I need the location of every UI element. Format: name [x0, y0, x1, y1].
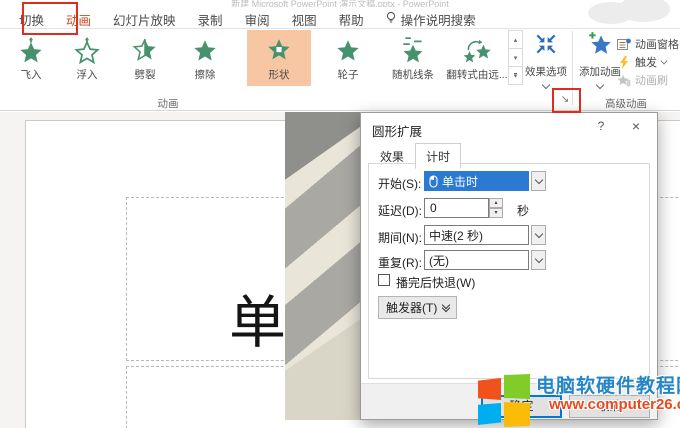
trigger-lightning-icon: [616, 56, 631, 69]
effect-options-button[interactable]: 效果选项: [522, 31, 570, 88]
delay-spin-up-button[interactable]: ▴: [489, 198, 503, 208]
fly-in-star-icon: [18, 30, 44, 64]
cancel-button[interactable]: 取消: [569, 395, 650, 418]
duration-combobox[interactable]: 中速(2 秒): [424, 225, 529, 245]
delay-spinner: ▴ ▾: [489, 198, 503, 218]
ok-button[interactable]: 确定: [481, 395, 562, 418]
wheel-star-icon: [335, 30, 361, 64]
chevron-down-icon: [596, 81, 604, 89]
repeat-dropdown-button[interactable]: [531, 250, 546, 270]
dialog-help-button[interactable]: ?: [587, 113, 615, 139]
powerpoint-window: 新建 Microsoft PowerPoint 演示文稿.pptx - Powe…: [0, 0, 680, 428]
animation-pane-button[interactable]: 动画窗格: [616, 35, 679, 53]
double-chevron-down-icon: [443, 305, 449, 311]
slide-title-text: 单: [229, 295, 286, 352]
shape-star-icon: [266, 30, 292, 64]
ribbon-divider: [0, 28, 680, 29]
ribbon-bottom-border: [0, 110, 680, 111]
animation-split[interactable]: 劈裂: [120, 30, 170, 86]
animation-wipe[interactable]: 擦除: [180, 30, 230, 86]
dialog-title: 圆形扩展: [372, 121, 422, 140]
dialog-tab-frame: [368, 163, 650, 379]
delay-spin-down-button[interactable]: ▾: [489, 208, 503, 218]
rewind-label: 播完后快退(W): [396, 274, 475, 291]
chevron-down-icon: [542, 81, 550, 89]
mouse-click-icon: [429, 175, 438, 188]
lightbulb-icon: [385, 11, 397, 28]
animation-shape[interactable]: 形状: [247, 30, 311, 86]
float-in-star-icon: [74, 30, 100, 64]
advanced-animation-group-label: 高级动画: [590, 96, 662, 111]
advanced-animation-stack: 动画窗格 触发 动画刷: [616, 35, 679, 89]
dialog-footer: 确定 取消: [361, 383, 657, 419]
animation-group-label: 动画: [128, 96, 208, 111]
animation-dialog-launcher-icon[interactable]: ↘: [558, 93, 572, 107]
repeat-label: 重复(R):: [378, 254, 422, 271]
fly-rotate-stars-icon: [462, 30, 492, 64]
dialog-close-button[interactable]: ×: [621, 113, 651, 139]
dialog-tab-timing[interactable]: 计时: [415, 143, 461, 169]
animation-painter-button[interactable]: 动画刷: [616, 71, 679, 89]
delay-unit-label: 秒: [517, 202, 529, 219]
animation-fly-rotate[interactable]: 翻转式由远...: [442, 30, 512, 86]
rewind-checkbox[interactable]: [378, 274, 390, 286]
split-star-icon: [132, 30, 158, 64]
animation-wheel[interactable]: 轮子: [320, 30, 376, 86]
gallery-scroll-column: ▴ ▾ ▾: [508, 31, 523, 85]
gallery-more-button[interactable]: ▾: [508, 66, 523, 85]
start-combobox[interactable]: 单击时: [424, 171, 529, 191]
effect-options-icon: [533, 31, 559, 60]
repeat-combobox[interactable]: (无): [424, 250, 529, 270]
wipe-star-icon: [192, 30, 218, 64]
start-label: 开始(S):: [378, 175, 421, 192]
chevron-down-icon: [661, 58, 668, 65]
gallery-scroll-down-button[interactable]: ▾: [508, 48, 523, 67]
decorative-cloud: [588, 0, 680, 24]
animation-pane-icon: [616, 38, 631, 51]
gallery-scroll-up-button[interactable]: ▴: [508, 30, 523, 49]
ribbon-tab-bar: 切换 动画 幻灯片放映 录制 审阅 视图 帮助 操作说明搜索: [8, 8, 487, 30]
add-animation-icon: [587, 31, 613, 60]
random-bars-star-icon: [400, 30, 426, 64]
circle-expand-dialog: 圆形扩展 ? × 效果 计时 开始(S): 单击时 延迟(D): 0 ▴ ▾ 秒…: [360, 112, 658, 420]
trigger-button[interactable]: 触发: [616, 53, 679, 71]
delay-label: 延迟(D):: [378, 202, 422, 219]
start-dropdown-button[interactable]: [531, 171, 546, 191]
animation-fly-in[interactable]: 飞入: [8, 30, 54, 86]
delay-input[interactable]: 0: [424, 198, 489, 218]
duration-dropdown-button[interactable]: [531, 225, 546, 245]
animation-float-in[interactable]: 浮入: [62, 30, 112, 86]
group-separator: [572, 31, 573, 105]
animation-painter-icon: [616, 74, 631, 87]
duration-label: 期间(N):: [378, 229, 422, 246]
triggers-button[interactable]: 触发器(T): [378, 296, 457, 319]
animation-random-bars[interactable]: 随机线条: [382, 30, 444, 86]
